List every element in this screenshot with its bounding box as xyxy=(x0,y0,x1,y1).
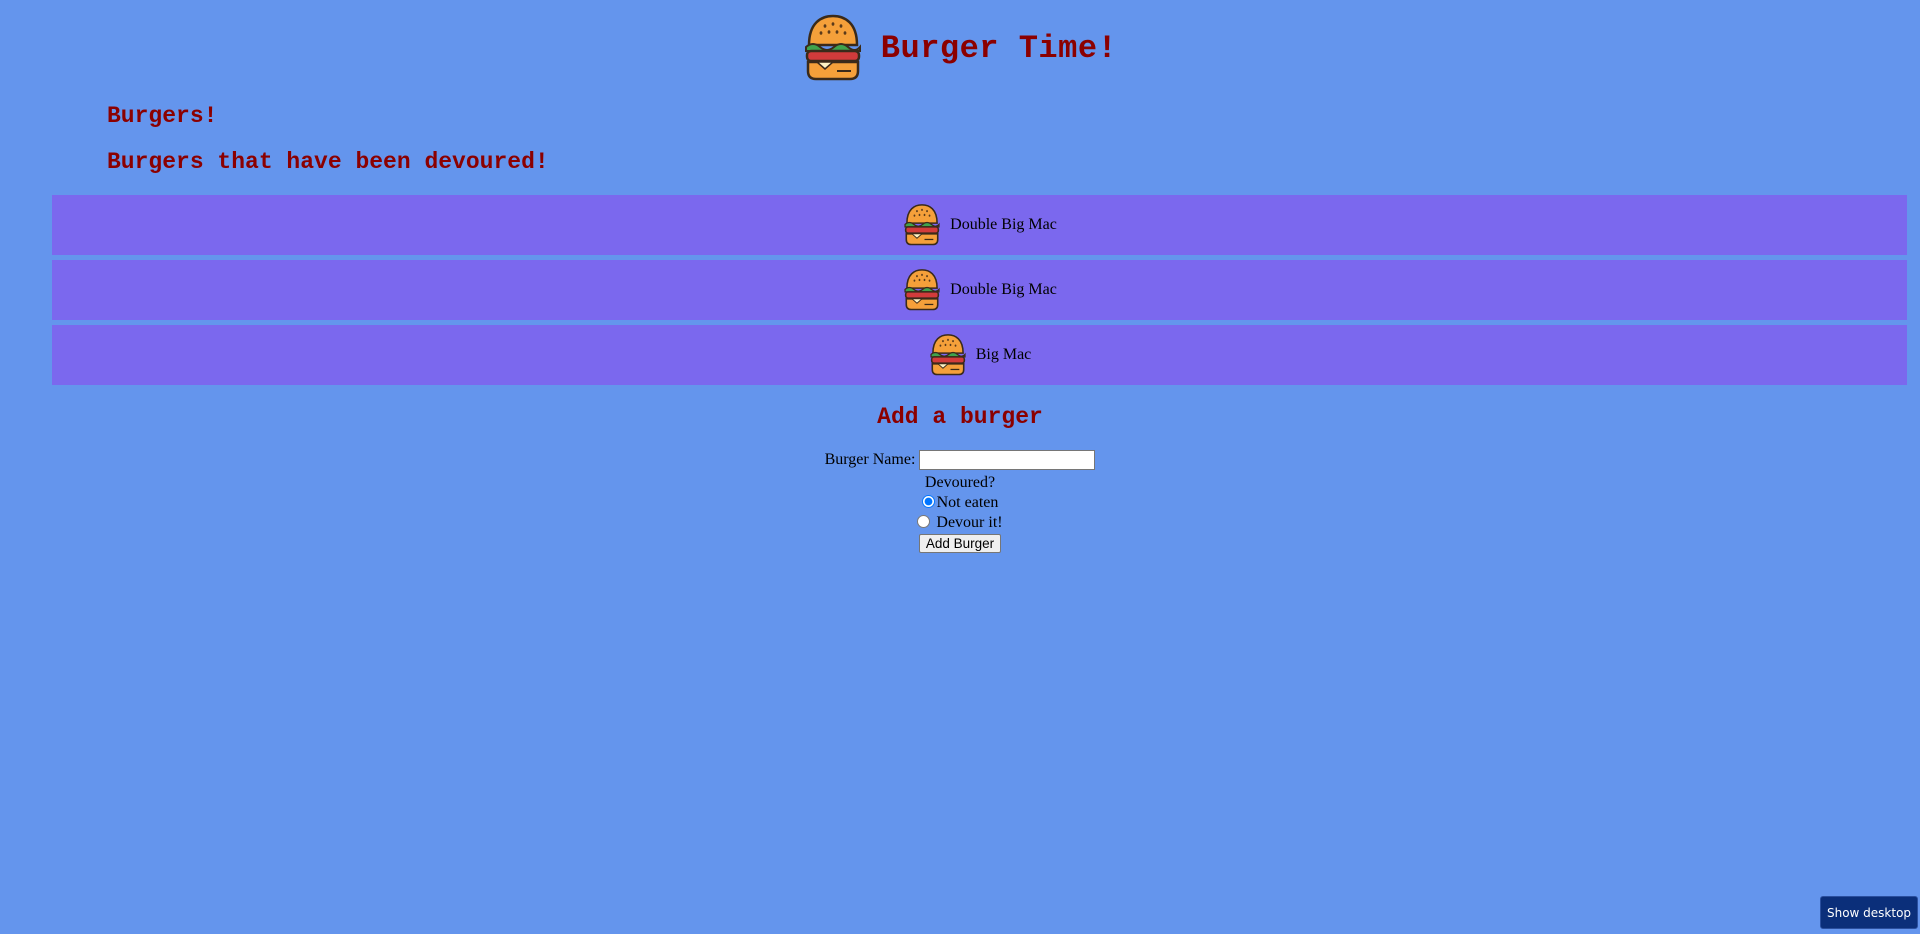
burger-name-input[interactable] xyxy=(919,450,1096,471)
burger-name-label: Burger Name: xyxy=(824,451,916,468)
burger-row: Double Big Mac xyxy=(52,195,1907,255)
add-burger-form: Add a burger Burger Name: Devoured? Not … xyxy=(0,404,1920,554)
burgers-heading: Burgers! xyxy=(107,103,218,129)
devoured-label: Devoured? xyxy=(924,474,996,492)
add-burger-heading: Add a burger xyxy=(877,404,1043,430)
devoured-burger-list: Double Big Mac Double Big Mac Big Mac xyxy=(52,195,1907,390)
burger-icon xyxy=(803,13,863,83)
burger-name: Double Big Mac xyxy=(950,216,1057,233)
page-title: Burger Time! xyxy=(880,29,1118,67)
page-header: Burger Time! xyxy=(0,8,1920,88)
show-desktop-button[interactable]: Show desktop xyxy=(1820,896,1918,929)
burger-name: Double Big Mac xyxy=(950,281,1057,298)
not-eaten-radio[interactable] xyxy=(921,495,935,509)
not-eaten-label: Not eaten xyxy=(936,494,999,512)
devour-it-radio[interactable] xyxy=(917,515,931,529)
burger-icon xyxy=(928,333,968,377)
devour-it-label: Devour it! xyxy=(936,514,1003,532)
burger-icon xyxy=(902,268,942,312)
burger-name: Big Mac xyxy=(975,346,1032,363)
burger-row: Double Big Mac xyxy=(52,260,1907,320)
burger-icon xyxy=(902,203,942,247)
add-burger-button[interactable]: Add Burger xyxy=(918,534,1002,554)
burger-row: Big Mac xyxy=(52,325,1907,385)
devoured-heading: Burgers that have been devoured! xyxy=(107,149,549,175)
